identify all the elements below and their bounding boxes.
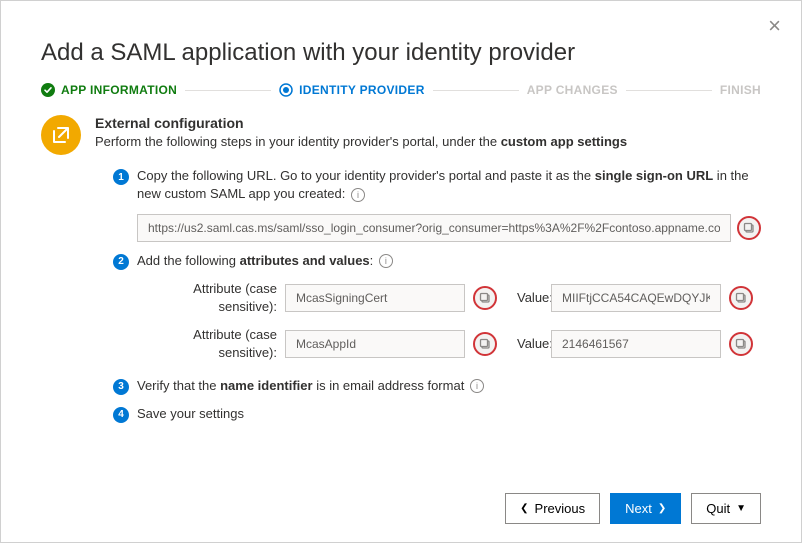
- copy-icon: [479, 292, 491, 304]
- config-step-1: 1 Copy the following URL. Go to your ide…: [113, 167, 761, 241]
- external-link-icon: [41, 115, 81, 155]
- value-field-2[interactable]: [551, 330, 721, 358]
- value-label: Value:: [505, 289, 543, 307]
- modal-title: Add a SAML application with your identit…: [1, 1, 801, 83]
- previous-button[interactable]: ❮ Previous: [505, 493, 600, 524]
- close-icon[interactable]: ×: [768, 15, 781, 37]
- info-icon[interactable]: i: [379, 254, 393, 268]
- value-label: Value:: [505, 335, 543, 353]
- step-identity-provider: IDENTITY PROVIDER: [279, 83, 425, 97]
- footer-buttons: ❮ Previous Next ❯ Quit ▼: [505, 493, 761, 524]
- step-divider: [626, 90, 712, 91]
- chevron-down-icon: ▼: [736, 503, 746, 514]
- attribute-label: Attribute (case sensitive):: [137, 326, 277, 362]
- sso-url-field[interactable]: [137, 214, 731, 242]
- step-label: FINISH: [720, 83, 761, 97]
- step-number-badge: 2: [113, 254, 129, 270]
- step-label: IDENTITY PROVIDER: [299, 83, 425, 97]
- info-icon[interactable]: i: [351, 188, 365, 202]
- attribute-field-1[interactable]: [285, 284, 465, 312]
- check-circle-icon: [41, 83, 55, 97]
- config-step-3: 3 Verify that the name identifier is in …: [113, 377, 761, 395]
- info-icon[interactable]: i: [470, 379, 484, 393]
- config-step-2: 2 Add the following attributes and value…: [113, 252, 761, 363]
- step-label: APP CHANGES: [527, 83, 618, 97]
- step-label: APP INFORMATION: [61, 83, 177, 97]
- copy-icon: [735, 338, 747, 350]
- step-divider: [433, 90, 519, 91]
- step-app-information: APP INFORMATION: [41, 83, 177, 97]
- copy-icon: [479, 338, 491, 350]
- chevron-right-icon: ❯: [658, 503, 666, 514]
- section-title: External configuration: [95, 115, 761, 131]
- step-app-changes: APP CHANGES: [527, 83, 618, 97]
- chevron-left-icon: ❮: [520, 503, 528, 514]
- step-number-badge: 1: [113, 169, 129, 185]
- copy-value-2-button[interactable]: [729, 332, 753, 356]
- copy-url-button[interactable]: [737, 216, 761, 240]
- value-field-1[interactable]: [551, 284, 721, 312]
- dot-circle-icon: [279, 83, 293, 97]
- step-number-badge: 4: [113, 407, 129, 423]
- copy-icon: [735, 292, 747, 304]
- copy-icon: [743, 222, 755, 234]
- config-step-4: 4 Save your settings: [113, 405, 761, 423]
- step-number-badge: 3: [113, 379, 129, 395]
- stepper: APP INFORMATION IDENTITY PROVIDER APP CH…: [1, 83, 801, 115]
- section-description: Perform the following steps in your iden…: [95, 133, 761, 151]
- copy-attribute-2-button[interactable]: [473, 332, 497, 356]
- step-finish: FINISH: [720, 83, 761, 97]
- attribute-field-2[interactable]: [285, 330, 465, 358]
- copy-value-1-button[interactable]: [729, 286, 753, 310]
- quit-button[interactable]: Quit ▼: [691, 493, 761, 524]
- step-divider: [185, 90, 271, 91]
- attribute-label: Attribute (case sensitive):: [137, 280, 277, 316]
- next-button[interactable]: Next ❯: [610, 493, 681, 524]
- copy-attribute-1-button[interactable]: [473, 286, 497, 310]
